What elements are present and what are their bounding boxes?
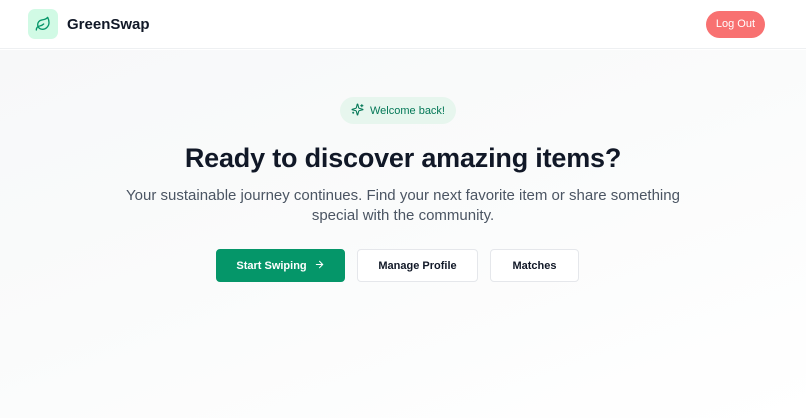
top-navbar: GreenSwap Log Out xyxy=(0,0,806,49)
brand-name: GreenSwap xyxy=(67,15,150,33)
page-title: Ready to discover amazing items? xyxy=(184,143,622,173)
hero-section: Welcome back! Ready to discover amazing … xyxy=(0,50,806,418)
brand[interactable]: GreenSwap xyxy=(28,9,150,39)
action-buttons: Start Swiping Manage Profile Matches xyxy=(216,249,579,282)
start-swiping-label: Start Swiping xyxy=(236,259,307,272)
welcome-badge: Welcome back! xyxy=(340,97,456,124)
matches-button[interactable]: Matches xyxy=(490,249,579,282)
page-subtitle: Your sustainable journey continues. Find… xyxy=(126,187,680,224)
matches-label: Matches xyxy=(512,259,557,272)
start-swiping-button[interactable]: Start Swiping xyxy=(216,249,345,282)
logout-button[interactable]: Log Out xyxy=(705,10,765,38)
sparkles-icon xyxy=(351,102,364,119)
leaf-icon xyxy=(28,9,58,39)
badge-text: Welcome back! xyxy=(370,104,445,117)
manage-profile-label: Manage Profile xyxy=(378,259,457,272)
manage-profile-button[interactable]: Manage Profile xyxy=(357,249,478,282)
arrow-right-icon xyxy=(314,259,325,273)
